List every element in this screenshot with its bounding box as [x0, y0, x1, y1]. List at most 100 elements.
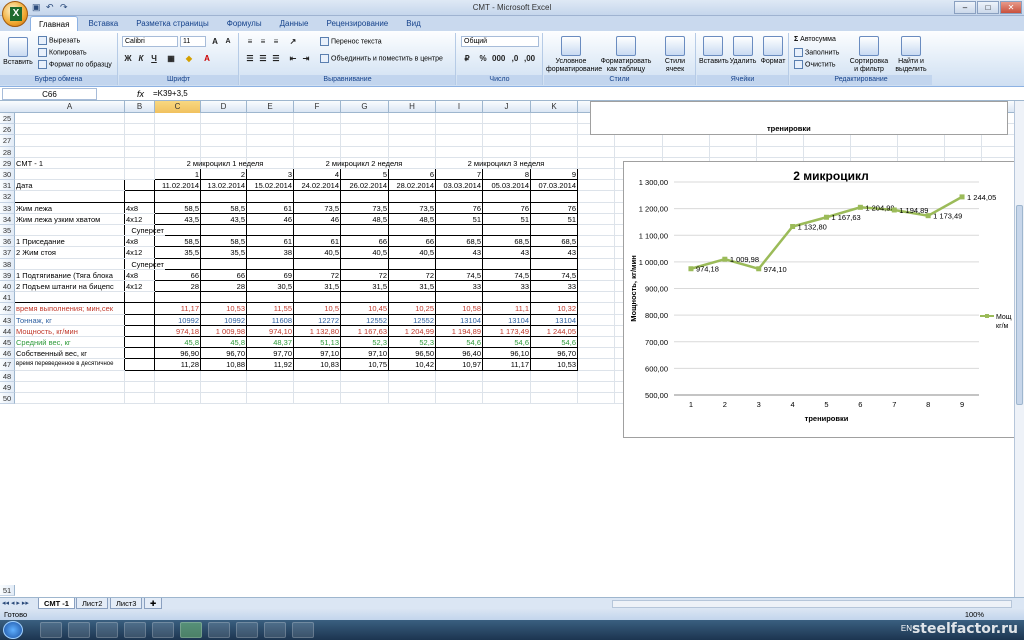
cell[interactable]: [436, 393, 483, 405]
cell[interactable]: [125, 381, 155, 393]
row-header[interactable]: 30: [0, 169, 15, 181]
cell[interactable]: [125, 113, 155, 125]
cell-value[interactable]: 1 194,89: [436, 325, 483, 337]
tab-home[interactable]: Главная: [30, 16, 79, 31]
cell-label[interactable]: 4х12: [125, 281, 155, 293]
cell[interactable]: [578, 236, 615, 248]
increase-indent-icon[interactable]: ⇥: [300, 53, 312, 64]
cell[interactable]: [436, 124, 483, 136]
cell[interactable]: [389, 381, 436, 393]
cell-label[interactable]: СМТ - 1: [15, 158, 125, 169]
cell[interactable]: [125, 393, 155, 405]
row-header[interactable]: 25: [0, 113, 15, 125]
sort-filter-button[interactable]: Сортировка и фильтр: [848, 36, 890, 74]
cell-value[interactable]: 2: [201, 169, 247, 181]
cell-value[interactable]: 10992: [155, 314, 201, 326]
cell[interactable]: [247, 381, 294, 393]
cell-value[interactable]: 05.03.2014: [483, 180, 531, 192]
merge-center-button[interactable]: Объединить и поместить в центре: [320, 54, 443, 63]
name-box[interactable]: C66: [2, 88, 97, 100]
cell[interactable]: [578, 381, 615, 393]
cell-value[interactable]: 66: [201, 269, 247, 281]
maximize-button[interactable]: □: [977, 1, 999, 14]
cell[interactable]: [483, 393, 531, 405]
cell-value[interactable]: 68,5: [483, 236, 531, 248]
font-name-combo[interactable]: Calibri: [122, 36, 178, 47]
cell[interactable]: [247, 393, 294, 405]
row-header[interactable]: 35: [0, 225, 15, 237]
cell-value[interactable]: 1 132,80: [294, 325, 341, 337]
cell[interactable]: [15, 124, 125, 136]
cell-header[interactable]: 2 микроцикл 3 неделя: [436, 158, 576, 169]
shrink-font-icon[interactable]: A: [222, 36, 234, 47]
row-header[interactable]: 28: [0, 146, 15, 158]
format-as-table-button[interactable]: Форматировать как таблицу: [600, 36, 652, 74]
cell[interactable]: [578, 269, 615, 281]
cell-value[interactable]: 76: [436, 202, 483, 214]
cell-value[interactable]: 10,88: [201, 359, 247, 371]
cell-value[interactable]: 3: [247, 169, 294, 181]
cell-value[interactable]: 51,13: [294, 337, 341, 349]
clear-button[interactable]: Очистить: [794, 60, 835, 69]
cell-label[interactable]: Суперсет: [15, 225, 165, 237]
cell[interactable]: [483, 258, 531, 270]
cell[interactable]: [125, 348, 155, 360]
cell[interactable]: [15, 169, 125, 181]
cell-value[interactable]: 10,32: [531, 303, 578, 315]
cell-value[interactable]: 1 204,99: [389, 325, 436, 337]
cell-value[interactable]: 51: [531, 213, 578, 225]
cell[interactable]: [578, 303, 615, 315]
cell[interactable]: [155, 191, 201, 203]
cell-value[interactable]: 11,28: [155, 359, 201, 371]
cell-value[interactable]: 11,17: [483, 359, 531, 371]
cell[interactable]: [436, 225, 483, 237]
cell-value[interactable]: 07.03.2014: [531, 180, 578, 192]
cell-value[interactable]: 7: [436, 169, 483, 181]
cell[interactable]: [247, 292, 294, 304]
cell-value[interactable]: 35,5: [201, 247, 247, 259]
cell-value[interactable]: 96,90: [155, 348, 201, 360]
cell[interactable]: [294, 113, 341, 125]
cell[interactable]: [578, 370, 615, 382]
cell[interactable]: [341, 135, 389, 147]
row-header[interactable]: 32: [0, 191, 15, 203]
cell[interactable]: [578, 180, 615, 192]
cell-value[interactable]: 10,5: [294, 303, 341, 315]
cell-value[interactable]: 54,6: [531, 337, 578, 349]
row-header[interactable]: 31: [0, 180, 15, 192]
cell[interactable]: [247, 191, 294, 203]
font-size-combo[interactable]: 11: [180, 36, 206, 47]
cell-label[interactable]: Жим лежа узким хватом: [15, 214, 125, 225]
cell[interactable]: [15, 135, 125, 147]
cell-value[interactable]: 33: [483, 281, 531, 293]
cell-value[interactable]: 1: [155, 169, 201, 181]
format-painter-button[interactable]: Формат по образцу: [38, 60, 112, 69]
cell-label[interactable]: Тоннаж, кг: [15, 315, 125, 326]
cell[interactable]: [125, 169, 155, 181]
cell[interactable]: [483, 292, 531, 304]
row-header[interactable]: 33: [0, 202, 15, 214]
taskbar-media-icon[interactable]: [96, 622, 118, 638]
cell[interactable]: [125, 180, 155, 192]
cell[interactable]: [341, 225, 389, 237]
cell[interactable]: [804, 135, 851, 147]
conditional-formatting-button[interactable]: Условное форматирование: [546, 36, 602, 74]
cell-value[interactable]: 74,5: [483, 269, 531, 281]
cut-button[interactable]: Вырезать: [38, 36, 80, 45]
cell-value[interactable]: 31,5: [389, 281, 436, 293]
cell-value[interactable]: 24.02.2014: [294, 180, 341, 192]
wrap-text-button[interactable]: Перенос текста: [320, 37, 382, 46]
bold-icon[interactable]: Ж: [122, 53, 134, 64]
cell-value[interactable]: 40,5: [341, 247, 389, 259]
cell[interactable]: [125, 337, 155, 349]
cell-value[interactable]: 12272: [294, 314, 341, 326]
cell-value[interactable]: 11.02.2014: [155, 180, 201, 192]
cell[interactable]: [294, 124, 341, 136]
cell[interactable]: [247, 258, 294, 270]
cell[interactable]: [945, 146, 982, 158]
cell[interactable]: [898, 146, 945, 158]
cell[interactable]: [155, 393, 201, 405]
cell[interactable]: [341, 370, 389, 382]
cell[interactable]: [201, 381, 247, 393]
cell-value[interactable]: 52,3: [389, 337, 436, 349]
